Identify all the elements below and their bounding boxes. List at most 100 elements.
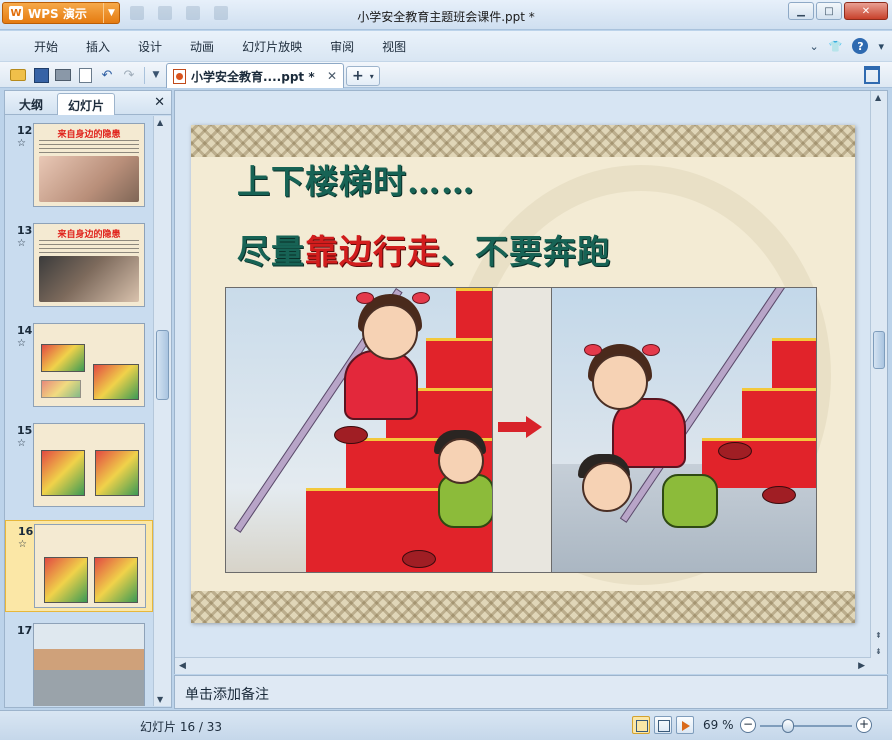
thumbnail-title: 来自身边的隐患 xyxy=(57,130,121,140)
thumbnail-title: 来自身边的隐患 xyxy=(57,230,121,240)
star-icon: ☆ xyxy=(17,238,26,249)
current-slide[interactable]: 上下楼梯时…… 尽量靠边行走、不要奔跑 xyxy=(191,125,855,623)
document-tab[interactable]: 小学安全教育....ppt * ✕ xyxy=(166,63,344,88)
menu-insert[interactable]: 插入 xyxy=(72,38,124,55)
save-icon[interactable] xyxy=(33,67,49,83)
menu-design[interactable]: 设计 xyxy=(124,38,176,55)
star-icon: ☆ xyxy=(17,138,26,149)
zoom-slider-knob[interactable] xyxy=(782,719,794,733)
thumbnail-slide-15[interactable]: 15 ☆ xyxy=(5,420,153,512)
illustration-panel-falling xyxy=(552,288,816,572)
new-tab-button[interactable]: + ▾ xyxy=(346,66,380,86)
menu-right-controls: ⌄ 👕 ? ▾ xyxy=(810,38,884,54)
slide-decorative-border xyxy=(191,125,855,157)
minimize-button[interactable]: ▁ xyxy=(788,2,814,20)
maximize-button[interactable]: □ xyxy=(816,2,842,20)
window-title: 小学安全教育主题班会课件.ppt * xyxy=(357,10,535,24)
thumbnail-number: 17 xyxy=(17,624,33,637)
subheading-text: 尽量 xyxy=(237,232,305,271)
ppt-file-icon xyxy=(173,68,186,84)
window-switch-icon[interactable] xyxy=(864,67,880,83)
scroll-up-icon[interactable]: ▲ xyxy=(875,93,881,102)
thumbnail-number: 14 xyxy=(17,324,33,337)
thumbnail-slide-13[interactable]: 13 ☆ 来自身边的隐患 xyxy=(5,220,153,312)
tab-slides[interactable]: 幻灯片 xyxy=(57,93,116,115)
tab-outline[interactable]: 大纲 xyxy=(9,93,53,115)
toolbar: ↶ ↷ ▼ 小学安全教育....ppt * ✕ + ▾ xyxy=(0,61,892,88)
scroll-left-icon[interactable]: ◀ xyxy=(179,661,186,671)
star-icon: ☆ xyxy=(17,338,26,349)
menu-view[interactable]: 视图 xyxy=(368,38,420,55)
toolbar-more-icon[interactable]: ▼ xyxy=(148,67,164,83)
subheading-text-end: 、不要奔跑 xyxy=(441,232,611,271)
slideshow-icon[interactable] xyxy=(676,716,694,734)
slide-heading[interactable]: 上下楼梯时…… xyxy=(237,155,475,203)
zoom-out-icon[interactable]: − xyxy=(740,717,756,733)
thumbnail-image xyxy=(33,423,145,507)
star-icon: ☆ xyxy=(18,539,27,550)
toolbar-divider xyxy=(144,67,145,84)
slide-editor: 上下楼梯时…… 尽量靠边行走、不要奔跑 ▲ ⇞ ⇟ ◀ ▶ xyxy=(174,90,888,674)
thumbnail-number: 12 xyxy=(17,124,33,137)
thumbnail-number: 13 xyxy=(17,224,33,237)
thumbnail-slide-17[interactable]: 17 xyxy=(5,620,153,706)
zoom-level[interactable]: 69 % xyxy=(703,718,734,732)
print-preview-icon[interactable] xyxy=(77,67,93,83)
thumbnail-slide-16[interactable]: 16 ☆ xyxy=(5,520,153,612)
star-icon: ☆ xyxy=(17,438,26,449)
new-tab-dropdown-icon[interactable]: ▾ xyxy=(370,72,374,81)
print-icon[interactable] xyxy=(55,67,71,83)
panel-close-icon[interactable]: ✕ xyxy=(154,95,165,110)
zoom-in-icon[interactable]: + xyxy=(856,717,872,733)
menu-bar: 开始 插入 设计 动画 幻灯片放映 审阅 视图 ⌄ 👕 ? ▾ xyxy=(0,31,892,61)
arrow-right-icon xyxy=(498,416,542,438)
document-tab-label: 小学安全教育....ppt * xyxy=(191,69,315,84)
thumbnail-number: 16 xyxy=(18,525,34,538)
thumbnail-image xyxy=(33,323,145,407)
scrollbar-thumb[interactable] xyxy=(873,331,885,369)
thumbnail-scrollbar[interactable]: ▲ ▼ xyxy=(153,116,171,706)
skin-icon[interactable]: 👕 xyxy=(829,40,843,53)
slide-thumbnails: 12 ☆ 来自身边的隐患 13 ☆ 来自身边的隐患 14 ☆ 15 ☆ 16 ☆… xyxy=(5,116,153,706)
title-bar: W WPS 演示 ▼ 小学安全教育主题班会课件.ppt * ▁ □ ✕ xyxy=(0,0,892,30)
thumbnail-image xyxy=(33,623,145,706)
slide-sorter-icon[interactable] xyxy=(654,716,672,734)
subheading-highlight: 靠边行走 xyxy=(305,232,441,271)
thumbnail-image: 来自身边的隐患 xyxy=(33,223,145,307)
menu-home[interactable]: 开始 xyxy=(20,38,72,55)
thumbnail-slide-14[interactable]: 14 ☆ xyxy=(5,320,153,412)
slide-subheading[interactable]: 尽量靠边行走、不要奔跑 xyxy=(237,225,611,273)
stairs-illustration[interactable] xyxy=(225,287,817,573)
zoom-slider[interactable] xyxy=(760,725,852,727)
next-slide-icon[interactable]: ⇟ xyxy=(875,647,882,656)
scroll-up-icon[interactable]: ▲ xyxy=(157,118,163,127)
scrollbar-thumb[interactable] xyxy=(156,330,169,400)
scroll-down-icon[interactable]: ▼ xyxy=(157,695,163,704)
undo-icon[interactable]: ↶ xyxy=(99,67,115,83)
slide-decorative-border-bottom xyxy=(191,591,855,623)
menu-slideshow[interactable]: 幻灯片放映 xyxy=(228,38,316,55)
scroll-right-icon[interactable]: ▶ xyxy=(858,661,865,671)
slide-panel: 大纲 幻灯片 ✕ 12 ☆ 来自身边的隐患 13 ☆ 来自身边的隐患 14 ☆ xyxy=(4,90,172,708)
ribbon-collapse-icon[interactable]: ⌄ xyxy=(810,40,819,53)
menu-review[interactable]: 审阅 xyxy=(316,38,368,55)
panel-tabs: 大纲 幻灯片 ✕ xyxy=(5,91,171,115)
close-button[interactable]: ✕ xyxy=(844,2,888,20)
menu-animation[interactable]: 动画 xyxy=(176,38,228,55)
previous-slide-icon[interactable]: ⇞ xyxy=(875,631,882,640)
notes-pane[interactable]: 单击添加备注 xyxy=(174,675,888,709)
thumbnail-slide-12[interactable]: 12 ☆ 来自身边的隐患 xyxy=(5,120,153,212)
horizontal-scrollbar[interactable]: ◀ ▶ xyxy=(175,657,871,674)
help-icon[interactable]: ? xyxy=(852,38,869,54)
thumbnail-number: 15 xyxy=(17,424,33,437)
slide-scrollbar[interactable]: ▲ ⇞ ⇟ xyxy=(870,91,887,674)
close-tab-icon[interactable]: ✕ xyxy=(327,69,337,83)
redo-icon[interactable]: ↷ xyxy=(121,67,137,83)
normal-view-icon[interactable] xyxy=(632,716,650,734)
thumbnail-image xyxy=(34,524,146,608)
window-controls: ▁ □ ✕ xyxy=(788,2,888,20)
status-bar: 幻灯片 16 / 33 69 % − + xyxy=(0,710,892,740)
help-dropdown-icon[interactable]: ▾ xyxy=(878,40,884,53)
plus-icon: + xyxy=(352,68,364,84)
open-folder-icon[interactable] xyxy=(10,67,26,83)
